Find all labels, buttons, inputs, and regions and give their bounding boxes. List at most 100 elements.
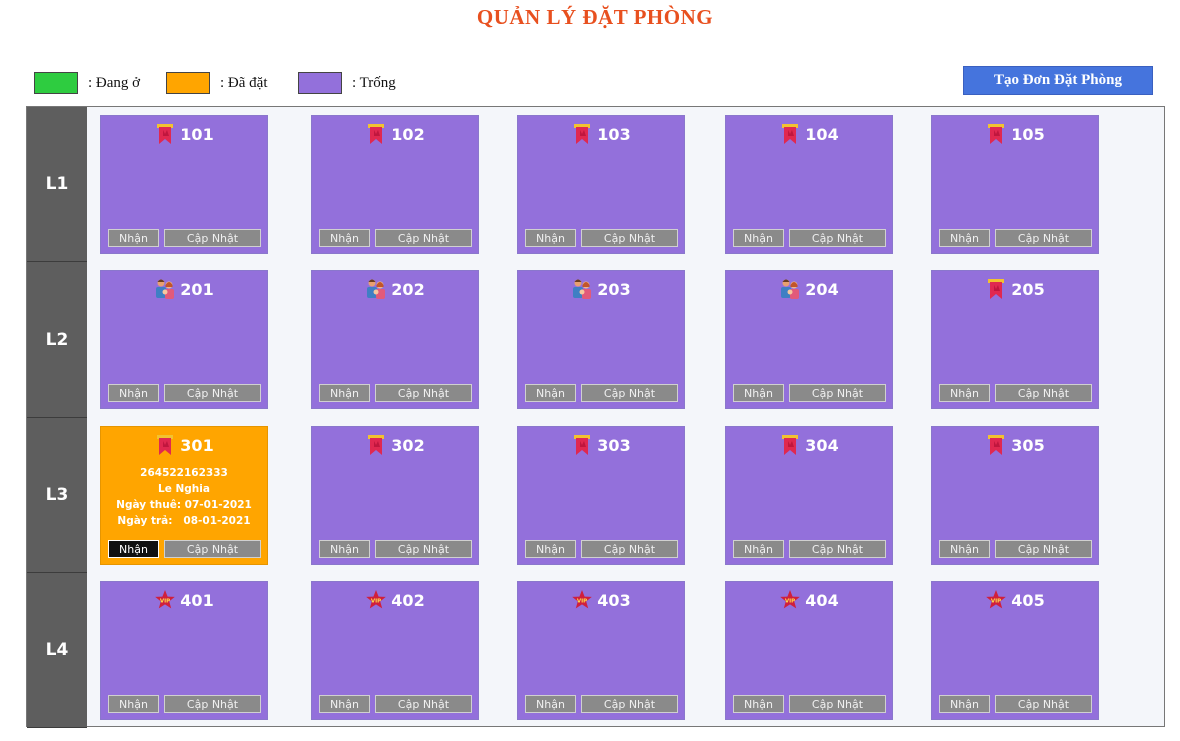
room-header: 203 bbox=[518, 277, 684, 301]
checkout-date: Ngày trả: 08-01-2021 bbox=[117, 515, 251, 527]
floor-label-l3: L3 bbox=[27, 418, 87, 573]
bookmark-icon bbox=[154, 123, 176, 145]
update-button[interactable]: Cập Nhật bbox=[789, 695, 886, 713]
receive-button[interactable]: Nhận bbox=[108, 540, 159, 558]
update-button[interactable]: Cập Nhật bbox=[375, 384, 472, 402]
receive-button[interactable]: Nhận bbox=[733, 695, 784, 713]
update-button[interactable]: Cập Nhật bbox=[789, 384, 886, 402]
receive-button[interactable]: Nhận bbox=[525, 229, 576, 247]
family-icon bbox=[365, 278, 387, 300]
room-card-302[interactable]: 302 Nhận Cập Nhật bbox=[311, 426, 479, 565]
receive-button[interactable]: Nhận bbox=[319, 229, 370, 247]
receive-button[interactable]: Nhận bbox=[939, 229, 990, 247]
vip-star-icon: VIP bbox=[154, 589, 176, 611]
receive-button[interactable]: Nhận bbox=[525, 540, 576, 558]
svg-text:VIP: VIP bbox=[371, 599, 381, 605]
receive-button[interactable]: Nhận bbox=[319, 695, 370, 713]
family-icon bbox=[779, 278, 801, 300]
room-header: 105 bbox=[932, 122, 1098, 146]
room-number: 402 bbox=[391, 590, 425, 610]
receive-button[interactable]: Nhận bbox=[319, 540, 370, 558]
update-button[interactable]: Cập Nhật bbox=[995, 540, 1092, 558]
update-button[interactable]: Cập Nhật bbox=[995, 384, 1092, 402]
room-header: 302 bbox=[312, 433, 478, 457]
update-button[interactable]: Cập Nhật bbox=[581, 384, 678, 402]
bookmark-icon bbox=[779, 123, 801, 145]
legend-label-booked: : Đã đặt bbox=[220, 74, 268, 91]
legend-swatch-occupied bbox=[34, 72, 78, 94]
receive-button[interactable]: Nhận bbox=[939, 384, 990, 402]
room-card-105[interactable]: 105 Nhận Cập Nhật bbox=[931, 115, 1099, 254]
room-header: 104 bbox=[726, 122, 892, 146]
floor-label-l2: L2 bbox=[27, 262, 87, 418]
room-card-405[interactable]: VIP 405 Nhận Cập Nhật bbox=[931, 581, 1099, 720]
room-card-201[interactable]: 201 Nhận Cập Nhật bbox=[100, 270, 268, 409]
room-card-304[interactable]: 304 Nhận Cập Nhật bbox=[725, 426, 893, 565]
room-number: 304 bbox=[805, 435, 839, 455]
room-card-401[interactable]: VIP 401 Nhận Cập Nhật bbox=[100, 581, 268, 720]
family-icon bbox=[154, 278, 176, 300]
bookmark-icon bbox=[985, 434, 1007, 456]
update-button[interactable]: Cập Nhật bbox=[581, 695, 678, 713]
create-booking-button[interactable]: Tạo Đơn Đặt Phòng bbox=[963, 66, 1153, 95]
room-header: 301 bbox=[101, 433, 267, 457]
update-button[interactable]: Cập Nhật bbox=[581, 540, 678, 558]
bookmark-icon bbox=[985, 123, 1007, 145]
room-number: 202 bbox=[391, 279, 425, 299]
room-number: 302 bbox=[391, 435, 425, 455]
room-card-303[interactable]: 303 Nhận Cập Nhật bbox=[517, 426, 685, 565]
room-card-204[interactable]: 204 Nhận Cập Nhật bbox=[725, 270, 893, 409]
room-header: VIP 405 bbox=[932, 588, 1098, 612]
room-card-102[interactable]: 102 Nhận Cập Nhật bbox=[311, 115, 479, 254]
receive-button[interactable]: Nhận bbox=[108, 229, 159, 247]
receive-button[interactable]: Nhận bbox=[733, 384, 784, 402]
update-button[interactable]: Cập Nhật bbox=[375, 229, 472, 247]
receive-button[interactable]: Nhận bbox=[733, 229, 784, 247]
update-button[interactable]: Cập Nhật bbox=[789, 540, 886, 558]
room-header: 103 bbox=[518, 122, 684, 146]
room-card-301[interactable]: 301 264522162333 Le Nghia Ngày thuê: 07-01-… bbox=[100, 426, 268, 565]
bookmark-icon bbox=[779, 434, 801, 456]
update-button[interactable]: Cập Nhật bbox=[581, 229, 678, 247]
room-card-402[interactable]: VIP 402 Nhận Cập Nhật bbox=[311, 581, 479, 720]
update-button[interactable]: Cập Nhật bbox=[164, 384, 261, 402]
room-header: 303 bbox=[518, 433, 684, 457]
update-button[interactable]: Cập Nhật bbox=[789, 229, 886, 247]
update-button[interactable]: Cập Nhật bbox=[164, 540, 261, 558]
legend-swatch-booked bbox=[166, 72, 210, 94]
receive-button[interactable]: Nhận bbox=[525, 384, 576, 402]
vip-star-icon: VIP bbox=[365, 589, 387, 611]
room-header: 102 bbox=[312, 122, 478, 146]
receive-button[interactable]: Nhận bbox=[108, 384, 159, 402]
receive-button[interactable]: Nhận bbox=[319, 384, 370, 402]
receive-button[interactable]: Nhận bbox=[108, 695, 159, 713]
room-card-202[interactable]: 202 Nhận Cập Nhật bbox=[311, 270, 479, 409]
bookmark-icon bbox=[571, 434, 593, 456]
update-button[interactable]: Cập Nhật bbox=[375, 540, 472, 558]
room-card-104[interactable]: 104 Nhận Cập Nhật bbox=[725, 115, 893, 254]
room-card-404[interactable]: VIP 404 Nhận Cập Nhật bbox=[725, 581, 893, 720]
room-number: 203 bbox=[597, 279, 631, 299]
update-button[interactable]: Cập Nhật bbox=[375, 695, 472, 713]
update-button[interactable]: Cập Nhật bbox=[164, 229, 261, 247]
room-header: 304 bbox=[726, 433, 892, 457]
room-card-103[interactable]: 103 Nhận Cập Nhật bbox=[517, 115, 685, 254]
update-button[interactable]: Cập Nhật bbox=[164, 695, 261, 713]
checkin-date: Ngày thuê: 07-01-2021 bbox=[116, 499, 252, 511]
receive-button[interactable]: Nhận bbox=[939, 540, 990, 558]
room-card-205[interactable]: 205 Nhận Cập Nhật bbox=[931, 270, 1099, 409]
room-header: 205 bbox=[932, 277, 1098, 301]
update-button[interactable]: Cập Nhật bbox=[995, 229, 1092, 247]
room-card-403[interactable]: VIP 403 Nhận Cập Nhật bbox=[517, 581, 685, 720]
room-card-203[interactable]: 203 Nhận Cập Nhật bbox=[517, 270, 685, 409]
receive-button[interactable]: Nhận bbox=[939, 695, 990, 713]
receive-button[interactable]: Nhận bbox=[525, 695, 576, 713]
receive-button[interactable]: Nhận bbox=[733, 540, 784, 558]
room-number: 101 bbox=[180, 124, 214, 144]
vip-star-icon: VIP bbox=[779, 589, 801, 611]
update-button[interactable]: Cập Nhật bbox=[995, 695, 1092, 713]
room-header: VIP 403 bbox=[518, 588, 684, 612]
vip-star-icon: VIP bbox=[571, 589, 593, 611]
room-card-101[interactable]: 101 Nhận Cập Nhật bbox=[100, 115, 268, 254]
room-card-305[interactable]: 305 Nhận Cập Nhật bbox=[931, 426, 1099, 565]
